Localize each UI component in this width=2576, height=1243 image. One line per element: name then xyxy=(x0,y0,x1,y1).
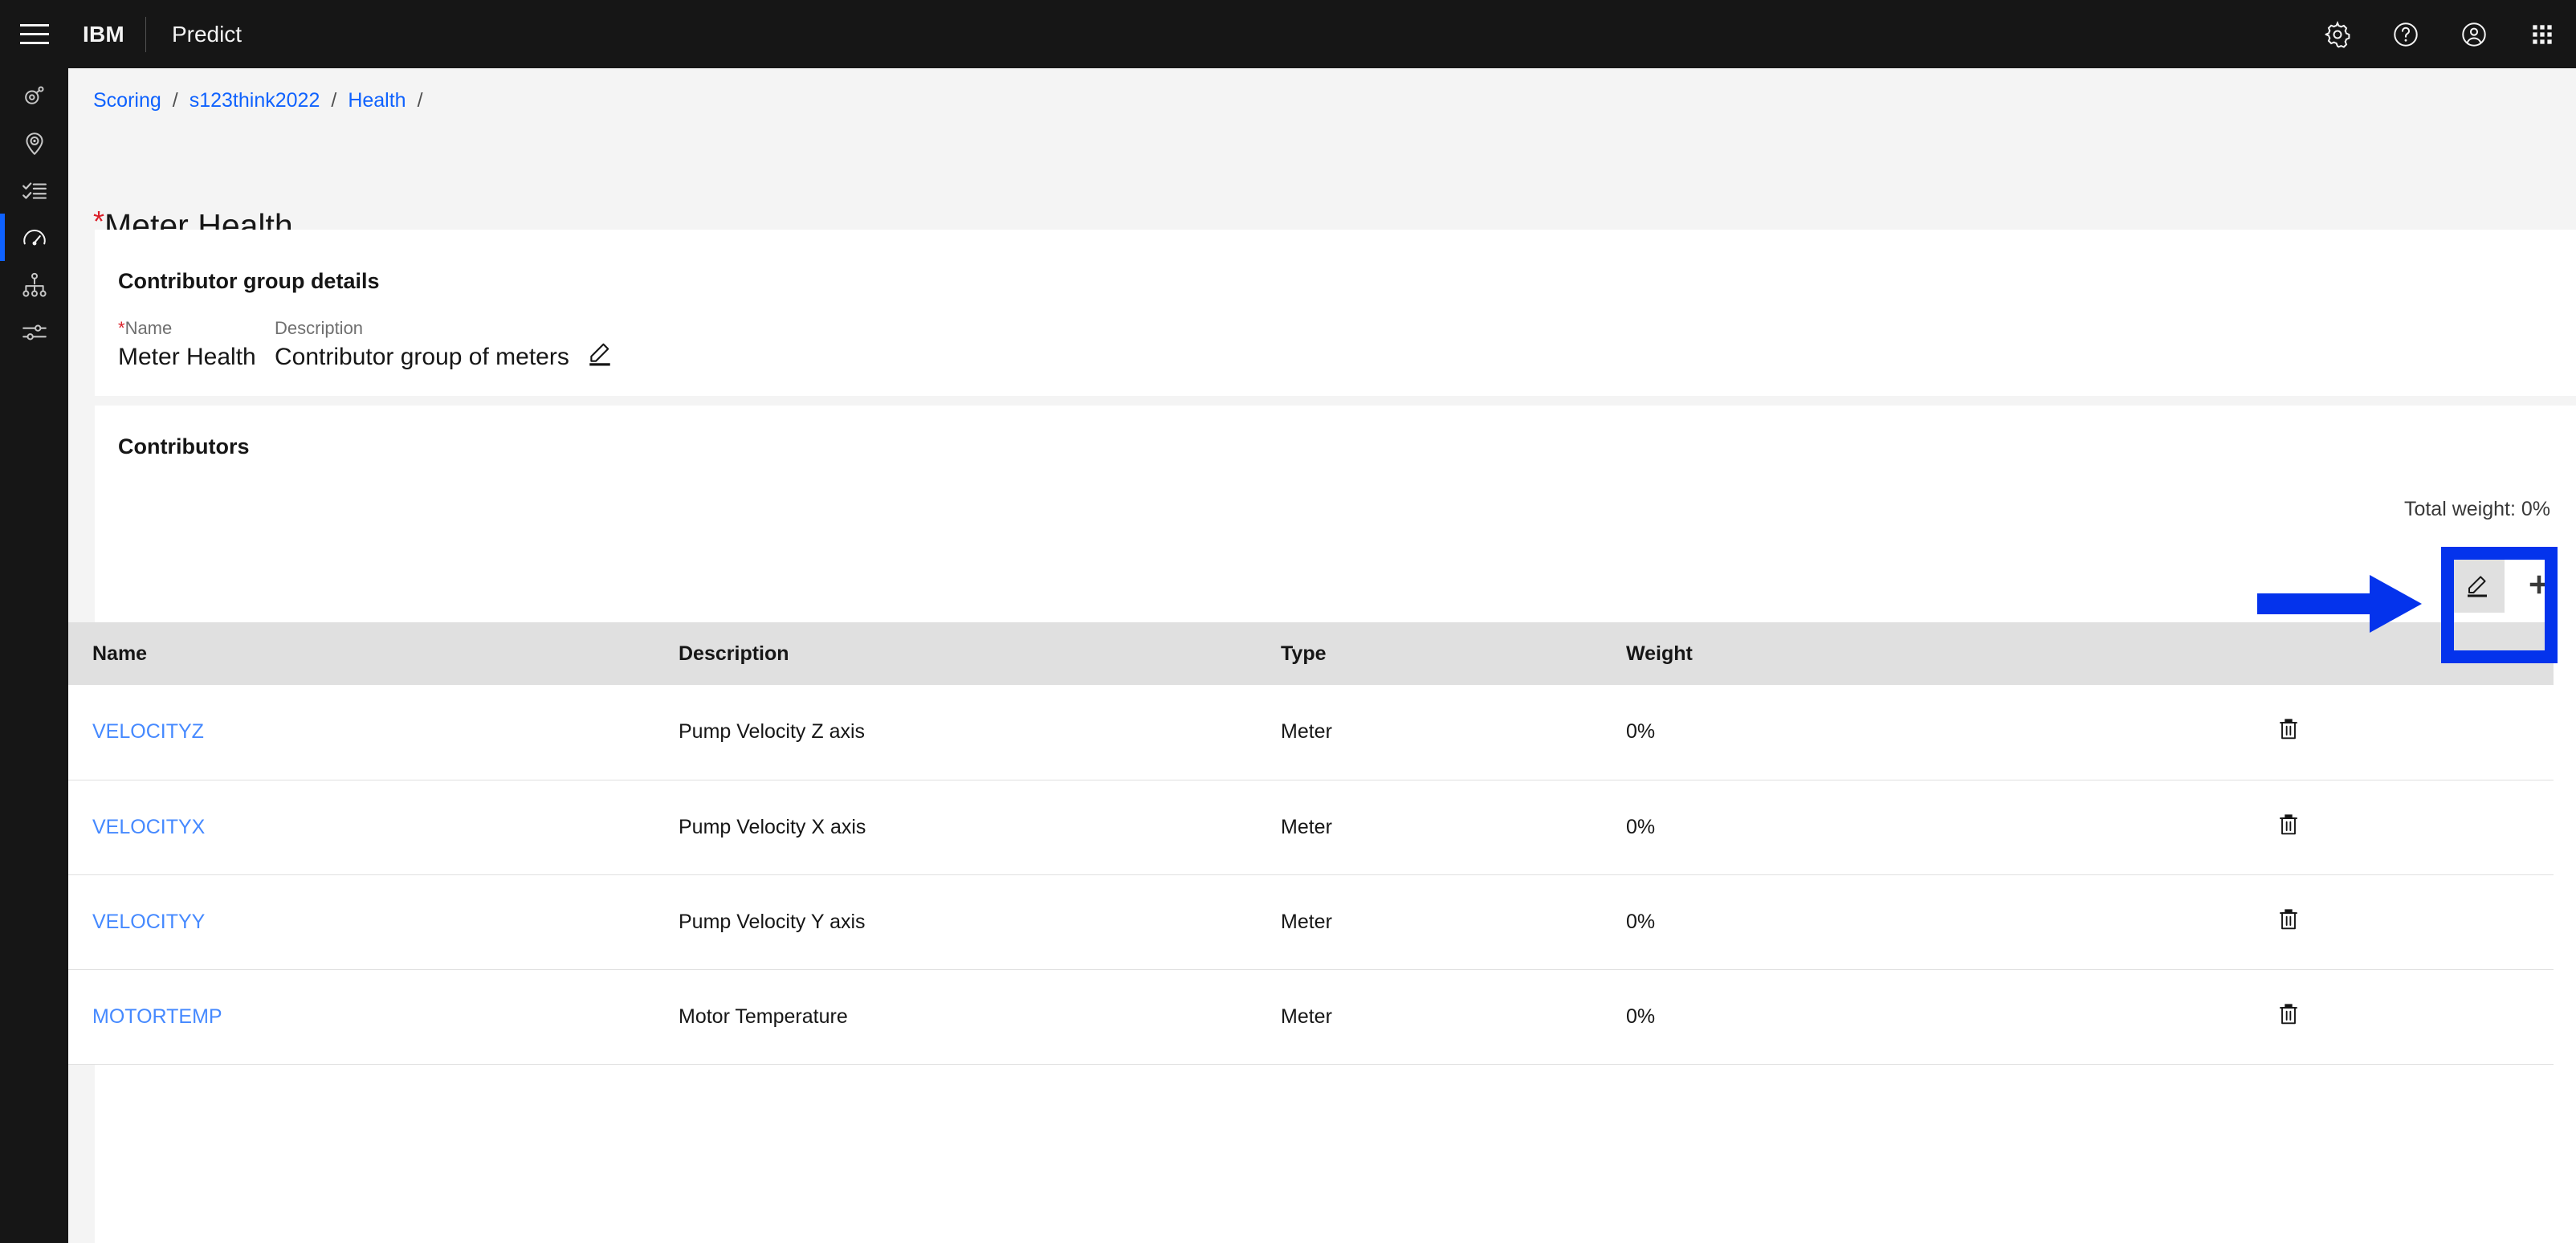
hamburger-menu-icon[interactable] xyxy=(0,0,68,68)
name-label-text: Name xyxy=(124,318,173,338)
table-row: VELOCITYX Pump Velocity X axis Meter 0% xyxy=(68,780,2554,874)
cell-description: Pump Velocity Z axis xyxy=(679,720,866,744)
app-header: IBM Predict xyxy=(0,0,2576,68)
name-field-label: *Name xyxy=(118,316,275,340)
contributor-group-details-card: Contributor group details *Name Meter He… xyxy=(95,230,2576,396)
plus-icon xyxy=(2527,573,2551,599)
sidebar-item-location[interactable] xyxy=(0,119,68,166)
cell-weight: 0% xyxy=(1626,910,1656,933)
settings-icon[interactable] xyxy=(2303,0,2371,68)
contributor-link[interactable]: MOTORTEMP xyxy=(92,1005,222,1028)
description-field: Description Contributor group of meters xyxy=(275,316,572,374)
cell-name: VELOCITYX xyxy=(68,780,654,874)
table-body: VELOCITYZ Pump Velocity Z axis Meter 0% xyxy=(68,685,2554,1064)
delete-row-button[interactable] xyxy=(2276,708,2325,756)
header-actions xyxy=(2303,0,2576,68)
cell-weight: 0% xyxy=(1626,1005,1656,1028)
sidebar-item-settings[interactable] xyxy=(0,308,68,356)
sidebar-item-asset[interactable] xyxy=(0,71,68,119)
details-card-heading: Contributor group details xyxy=(118,269,380,293)
table-row: VELOCITYY Pump Velocity Y axis Meter 0% xyxy=(68,874,2554,969)
hamburger-lines xyxy=(19,23,49,45)
required-indicator: * xyxy=(118,318,125,338)
cell-type: Meter xyxy=(1281,720,1332,744)
cell-description: Pump Velocity Y axis xyxy=(679,910,866,933)
app-switcher-icon[interactable] xyxy=(2508,0,2576,68)
cell-actions xyxy=(2196,685,2554,780)
cell-name: VELOCITYY xyxy=(68,874,654,969)
description-field-value: Contributor group of meters xyxy=(275,344,569,370)
breadcrumb-separator: / xyxy=(172,89,178,112)
table-header-row: Name Description Type Weight xyxy=(68,622,2554,685)
cell-description: Pump Velocity X axis xyxy=(679,815,866,838)
column-header-type[interactable]: Type xyxy=(1257,622,1602,685)
edit-pencil-icon xyxy=(2464,572,2490,600)
cell-type: Meter xyxy=(1281,815,1332,838)
cell-type: Meter xyxy=(1281,910,1332,933)
column-header-name[interactable]: Name xyxy=(68,622,654,685)
sidebar-item-hierarchy[interactable] xyxy=(0,261,68,308)
edit-pencil-icon xyxy=(586,339,613,370)
cell-actions xyxy=(2196,874,2554,969)
contributors-table: Name Description Type Weight VELOCITYZ P… xyxy=(68,622,2554,1065)
cell-actions xyxy=(2196,780,2554,874)
contributor-link[interactable]: VELOCITYZ xyxy=(92,720,204,743)
details-field-row: *Name Meter Health Description Contribut… xyxy=(118,316,620,374)
trash-icon xyxy=(2276,813,2301,842)
column-header-description[interactable]: Description xyxy=(654,622,1257,685)
cell-type: Meter xyxy=(1281,1005,1332,1028)
column-header-weight[interactable]: Weight xyxy=(1602,622,2196,685)
delete-row-button[interactable] xyxy=(2276,803,2325,851)
ibm-brand-label[interactable]: IBM xyxy=(68,0,145,68)
cell-weight: 0% xyxy=(1626,815,1656,838)
description-field-label: Description xyxy=(275,318,364,338)
sidebar-item-tasks[interactable] xyxy=(0,166,68,214)
contributors-add-button[interactable] xyxy=(2512,558,2566,613)
contributors-toolbar xyxy=(91,548,2576,622)
app-title[interactable]: Predict xyxy=(146,0,242,68)
breadcrumb-item-scoring[interactable]: Scoring xyxy=(93,89,161,112)
table-header: Name Description Type Weight xyxy=(68,622,2554,685)
contributor-link[interactable]: VELOCITYX xyxy=(92,816,205,838)
left-navigation-rail xyxy=(0,68,68,1243)
cell-name: VELOCITYZ xyxy=(68,685,654,780)
delete-row-button[interactable] xyxy=(2276,898,2325,946)
total-weight-label: Total weight: 0% xyxy=(2403,498,2550,520)
cell-actions xyxy=(2196,969,2554,1064)
trash-icon xyxy=(2276,907,2301,937)
table-row: VELOCITYZ Pump Velocity Z axis Meter 0% xyxy=(68,685,2554,780)
cell-name: MOTORTEMP xyxy=(68,969,654,1064)
breadcrumb-separator: / xyxy=(331,89,337,112)
contributors-edit-button[interactable] xyxy=(2450,558,2505,613)
name-field-value: Meter Health xyxy=(118,344,256,370)
breadcrumb-item-project[interactable]: s123think2022 xyxy=(190,89,320,112)
sidebar-item-meters[interactable] xyxy=(0,214,68,261)
column-header-actions xyxy=(2196,622,2554,685)
name-field: *Name Meter Health xyxy=(118,316,275,374)
trash-icon xyxy=(2276,717,2301,747)
cell-weight: 0% xyxy=(1626,720,1656,744)
table-row: MOTORTEMP Motor Temperature Meter 0% xyxy=(68,969,2554,1064)
delete-row-button[interactable] xyxy=(2276,992,2325,1041)
trash-icon xyxy=(2276,1002,2301,1032)
breadcrumb: Scoring / s123think2022 / Health / xyxy=(93,89,434,112)
breadcrumb-separator-trailing: / xyxy=(417,89,423,112)
edit-details-button[interactable] xyxy=(580,334,620,374)
contributor-link[interactable]: VELOCITYY xyxy=(92,911,205,933)
cell-description: Motor Temperature xyxy=(679,1005,848,1028)
user-avatar-icon[interactable] xyxy=(2439,0,2508,68)
contributors-card-heading: Contributors xyxy=(118,434,250,458)
breadcrumb-item-health[interactable]: Health xyxy=(348,89,406,112)
page-canvas: Scoring / s123think2022 / Health / * Mete… xyxy=(68,68,2576,1243)
help-icon[interactable] xyxy=(2371,0,2439,68)
